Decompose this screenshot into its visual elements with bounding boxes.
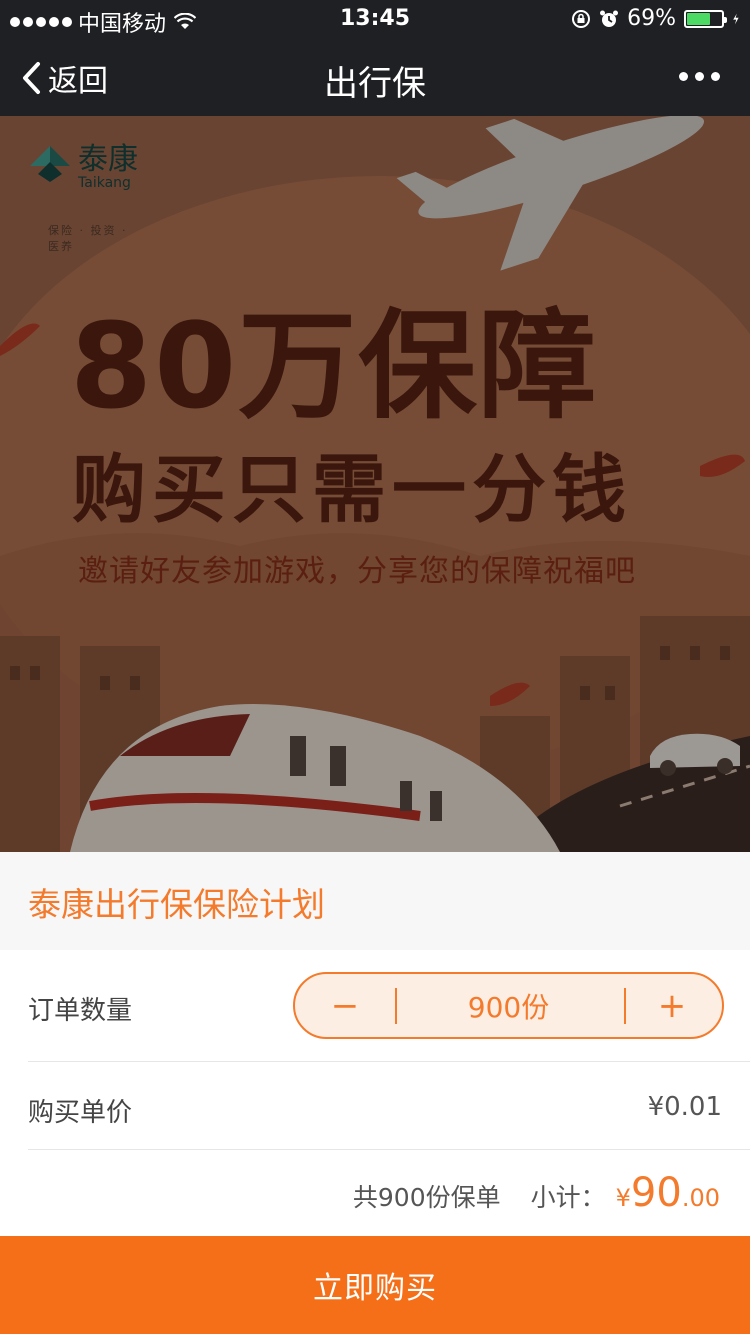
quantity-stepper: − 900份 + xyxy=(293,972,724,1039)
page-title: 出行保 xyxy=(324,64,426,104)
row-divider xyxy=(28,1149,750,1150)
status-bar: 中国移动 13:45 69% xyxy=(0,0,750,38)
status-right: 69% xyxy=(571,6,744,31)
unit-price-value: ¥0.01 xyxy=(647,1092,722,1122)
order-panel: 订单数量 − 900份 + 购买单价 ¥0.01 共900份保单 小计： ¥ 9… xyxy=(0,950,750,1236)
promo-banner: 泰康 Taikang 保险 · 投资 · 医养 80万保障 购买只需一分钱 邀请… xyxy=(0,116,750,852)
plan-header: 泰康出行保保险计划 xyxy=(0,852,750,950)
battery-icon xyxy=(684,9,727,28)
logo-tagline: 保险 · 投资 · 医养 xyxy=(48,224,128,253)
more-menu-button[interactable] xyxy=(679,72,720,81)
plan-title: 泰康出行保保险计划 xyxy=(28,885,325,924)
logo-mark-icon xyxy=(30,146,70,182)
policy-count: 共900份保单 xyxy=(352,1183,501,1212)
increase-quantity-button[interactable]: + xyxy=(622,974,722,1037)
subtotal-amount-integer: 90 xyxy=(630,1170,682,1216)
unit-price-label: 购买单价 xyxy=(28,1098,133,1128)
nav-bar: 返回 出行保 xyxy=(0,38,750,116)
battery-percent: 69% xyxy=(627,6,676,31)
logo-english-text: Taikang xyxy=(78,175,131,191)
subtotal-amount-decimal: .00 xyxy=(681,1184,720,1212)
orientation-lock-icon xyxy=(572,9,591,28)
headline-price: 购买只需一分钱 xyxy=(72,447,632,533)
decrease-quantity-button[interactable]: − xyxy=(295,974,395,1037)
headline-coverage: 80万保障 xyxy=(70,297,599,435)
quantity-label: 订单数量 xyxy=(28,996,133,1026)
quantity-value[interactable]: 900份 xyxy=(397,986,620,1026)
logo-chinese-text: 泰康 xyxy=(78,142,138,177)
currency-symbol: ¥ xyxy=(615,1184,631,1212)
subtotal-label: 小计： xyxy=(530,1183,606,1212)
buy-now-button[interactable]: 立即购买 xyxy=(0,1236,750,1334)
battery-level xyxy=(687,12,710,25)
unit-price-row: 购买单价 ¥0.01 xyxy=(28,1062,750,1150)
order-summary: 共900份保单 小计： ¥ 90 .00 xyxy=(353,1170,720,1216)
charging-icon xyxy=(733,13,739,24)
taikang-logo: 泰康 Taikang 保险 · 投资 · 医养 xyxy=(28,142,138,253)
headline-invite: 邀请好友参加游戏，分享您的保障祝福吧 xyxy=(78,554,636,589)
alarm-icon xyxy=(600,10,619,27)
